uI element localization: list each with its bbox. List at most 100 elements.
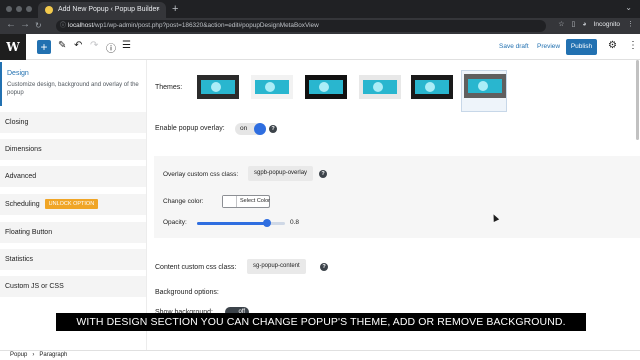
save-draft-button[interactable]: Save draft (499, 43, 529, 50)
tab-title: Add New Popup ‹ Popup Builder (58, 6, 159, 13)
options-menu-icon[interactable]: ⋮ (628, 40, 638, 51)
sidebar-item-label: Design (7, 70, 29, 77)
sidebar-item-advanced[interactable]: Advanced (0, 166, 146, 188)
theme-thumbnail (411, 75, 453, 99)
url-path: /wp1/wp-admin/post.php?post=186320&actio… (93, 22, 319, 29)
opacity-label: Opacity: (163, 219, 187, 226)
sidebar-item-label: Statistics (5, 256, 34, 263)
breadcrumb-paragraph[interactable]: Paragraph (39, 352, 67, 358)
tools-pencil-icon[interactable]: ✎ (58, 40, 66, 51)
editor-header: W + ✎ ↶ ↷ ⓘ ☰ Save draft Preview Publish… (0, 34, 640, 60)
close-tab-icon[interactable]: × (156, 2, 160, 18)
new-tab-icon[interactable]: + (172, 3, 178, 15)
themes-label: Themes: (155, 84, 183, 91)
site-info-icon[interactable]: ⓘ (60, 20, 66, 32)
incognito-icon[interactable]: ◕ (582, 21, 586, 28)
sidebar-item-label: Advanced (5, 173, 37, 180)
preview-button[interactable]: Preview (537, 43, 560, 50)
select-color-button[interactable]: Select Color (222, 195, 270, 208)
overlay-css-input[interactable]: sgpb-popup-overlay (248, 166, 314, 181)
sidebar-item-label: Dimensions (5, 146, 42, 153)
opacity-slider[interactable] (197, 219, 285, 227)
browser-tab-active[interactable]: Add New Popup ‹ Popup Builder × (38, 2, 166, 18)
scrollbar[interactable] (636, 60, 639, 140)
theme-thumbnail (464, 74, 506, 98)
theme-glow (211, 82, 221, 92)
sidebar-item-custom-js-css[interactable]: Custom JS or CSS (0, 276, 146, 298)
theme-glow (478, 81, 488, 91)
side-panel-icon[interactable]: ▯ (572, 20, 576, 28)
sidebar-item-description: Customize design, background and overlay… (7, 82, 139, 96)
theme-option-5[interactable] (409, 72, 455, 102)
popup-options-sidebar: Design Customize design, background and … (0, 60, 147, 350)
overlay-label: Enable popup overlay: (155, 125, 225, 132)
wordpress-logo-icon[interactable]: W (0, 34, 26, 60)
url-host: localhost (68, 22, 94, 29)
minimize-window-dot[interactable] (16, 6, 22, 12)
sidebar-item-floating-button[interactable]: Floating Button (0, 222, 146, 244)
redo-icon[interactable]: ↷ (90, 40, 98, 51)
bookmark-star-icon[interactable]: ☆ (558, 20, 564, 28)
theme-thumbnail (359, 75, 401, 99)
reload-icon[interactable]: ↻ (35, 21, 42, 30)
details-info-icon[interactable]: ⓘ (106, 40, 116, 55)
close-window-dot[interactable] (6, 6, 12, 12)
sidebar-item-label: Closing (5, 119, 29, 126)
unlock-option-badge[interactable]: UNLOCK OPTION (44, 199, 99, 210)
sidebar-item-label: Custom JS or CSS (5, 283, 64, 290)
theme-picker (195, 70, 561, 112)
breadcrumb: Popup › Paragraph (0, 350, 640, 360)
theme-option-3[interactable] (303, 72, 349, 102)
content-css-input[interactable]: sg-popup-content (247, 259, 306, 274)
profile-label[interactable]: Incognito (594, 21, 620, 28)
opacity-slider-thumb[interactable] (263, 219, 272, 227)
overlay-css-label: Overlay custom css class: (163, 171, 239, 178)
tab-search-chevron-icon[interactable]: ⌄ (625, 3, 632, 12)
change-color-label: Change color: (163, 198, 204, 205)
overlay-settings-box: Overlay custom css class: sgpb-popup-ove… (154, 156, 640, 238)
theme-option-1[interactable] (195, 72, 241, 102)
sidebar-item-dimensions[interactable]: Dimensions (0, 139, 146, 161)
breadcrumb-popup[interactable]: Popup (10, 352, 27, 358)
theme-glow (265, 82, 275, 92)
window-controls (6, 6, 32, 12)
breadcrumb-separator: › (32, 352, 35, 358)
browser-address-bar: ← → ↻ ⓘ localhost/wp1/wp-admin/post.php?… (0, 18, 640, 34)
theme-glow (373, 82, 383, 92)
video-caption: WITH DESIGN SECTION YOU CAN CHANGE POPUP… (56, 313, 586, 331)
favicon-icon (45, 6, 53, 14)
theme-thumbnail (197, 75, 239, 99)
toggle-knob (254, 123, 266, 135)
publish-button[interactable]: Publish (566, 39, 597, 55)
browser-tab-bar: Add New Popup ‹ Popup Builder × + ⌄ (0, 0, 640, 18)
maximize-window-dot[interactable] (26, 6, 32, 12)
theme-option-6[interactable] (461, 70, 507, 112)
content-css-help-icon[interactable]: ? (320, 263, 328, 271)
color-swatch (223, 196, 237, 207)
settings-gear-icon[interactable]: ⚙ (608, 40, 617, 51)
back-icon[interactable]: ← (6, 19, 16, 30)
content-css-label: Content custom css class: (155, 264, 237, 271)
forward-icon[interactable]: → (20, 19, 30, 30)
sidebar-item-design[interactable]: Design Customize design, background and … (0, 62, 146, 106)
sidebar-item-scheduling[interactable]: Scheduling UNLOCK OPTION (0, 194, 146, 216)
url-field[interactable]: ⓘ localhost/wp1/wp-admin/post.php?post=1… (56, 20, 546, 32)
theme-option-2[interactable] (249, 72, 295, 102)
overlay-help-icon[interactable]: ? (269, 125, 277, 133)
sidebar-item-statistics[interactable]: Statistics (0, 249, 146, 271)
list-view-icon[interactable]: ☰ (122, 40, 131, 51)
add-block-button[interactable]: + (37, 40, 51, 54)
sidebar-item-label: Floating Button (5, 229, 53, 236)
theme-glow (319, 82, 329, 92)
sidebar-item-closing[interactable]: Closing (0, 112, 146, 134)
undo-icon[interactable]: ↶ (74, 40, 82, 51)
browser-menu-icon[interactable]: ⋮ (627, 20, 634, 28)
sidebar-item-label: Scheduling (5, 201, 40, 208)
theme-thumbnail (305, 75, 347, 99)
overlay-toggle[interactable]: on (235, 123, 266, 135)
overlay-css-help-icon[interactable]: ? (319, 170, 327, 178)
design-panel: Themes: Enable popup overlay: on ? Overl… (147, 60, 640, 350)
theme-option-4[interactable] (357, 72, 403, 102)
browser-toolbar-icons: ☆ ▯ ◕ Incognito ⋮ (558, 20, 634, 29)
opacity-slider-fill (197, 222, 268, 225)
